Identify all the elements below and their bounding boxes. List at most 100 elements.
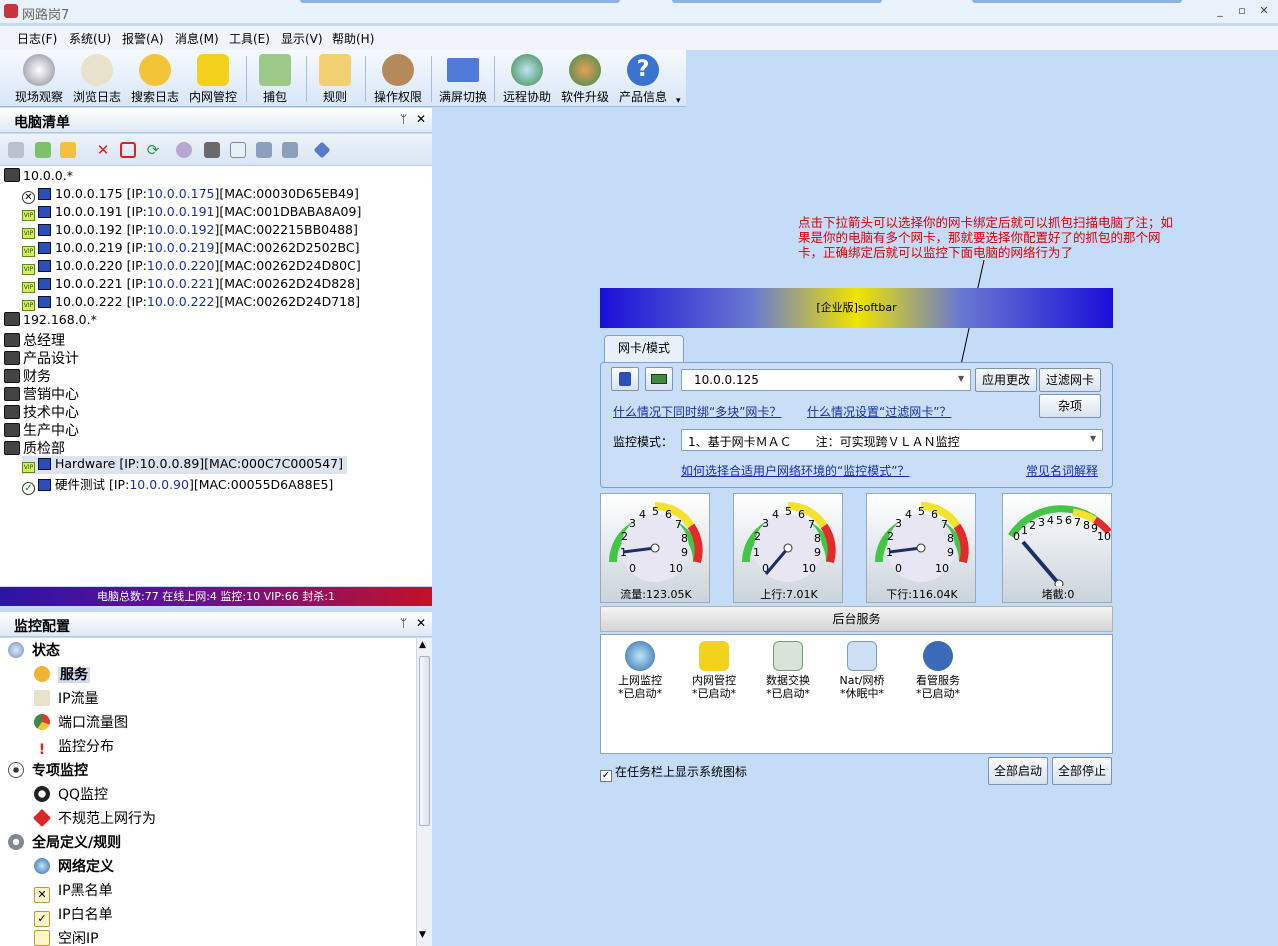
pc-name: Hardware	[55, 456, 116, 471]
nic-card-button[interactable]	[645, 367, 673, 391]
tree-pc-item[interactable]: VIP 10.0.0.219 [IP:10.0.0.219][MAC:00262D…	[22, 240, 359, 258]
add-pc-icon[interactable]	[35, 142, 51, 158]
menu-view[interactable]: 显示(V)	[281, 30, 323, 47]
nic-select[interactable]: 10.0.0.125 ▼	[681, 369, 971, 391]
tree-group[interactable]: 技术中心	[4, 402, 79, 421]
stop-all-button[interactable]: 全部停止	[1052, 757, 1112, 785]
cfg-node-ip-blacklist[interactable]: ✕ IP黑名单	[34, 880, 113, 904]
service-state: *已启动*	[916, 687, 960, 700]
scroll-up-icon[interactable]: ▲	[419, 640, 426, 650]
tool-browse-log[interactable]: 浏览日志	[70, 54, 124, 105]
close-panel-icon[interactable]: ✕	[416, 112, 426, 126]
select-icon[interactable]	[8, 142, 24, 158]
cfg-node-status[interactable]: 状态	[8, 640, 60, 664]
toolbar-separator	[246, 56, 247, 102]
tree-pc-item[interactable]: ✓ 硬件测试 [IP:10.0.0.90][MAC:00055D6A88E5]	[22, 474, 333, 495]
toolbar-overflow-icon[interactable]: ▾	[676, 96, 681, 106]
tree-group[interactable]: 质检部	[4, 438, 65, 457]
filter-nic-help-link[interactable]: 什么情况设置“过滤网卡”？	[807, 403, 951, 420]
tree-group[interactable]: 总经理	[4, 330, 65, 349]
misc-button[interactable]: 杂项	[1039, 394, 1101, 418]
cfg-node-qq[interactable]: QQ监控	[34, 784, 108, 808]
menu-message[interactable]: 消息(M)	[175, 30, 219, 47]
add-group-icon[interactable]	[60, 142, 76, 158]
menu-log[interactable]: 日志(F)	[17, 30, 57, 47]
config-scrollbar[interactable]: ▲ ▼	[416, 638, 432, 946]
checklist-icon[interactable]	[230, 142, 246, 158]
service-guard[interactable]: 看管服务 *已启动*	[903, 641, 973, 700]
tree-group[interactable]: 192.168.0.*	[4, 312, 97, 330]
glossary-link[interactable]: 常见名词解释	[1026, 462, 1098, 479]
chevron-down-icon[interactable]: ▼	[958, 374, 964, 383]
tab-nic-mode[interactable]: 网卡/模式	[604, 335, 684, 362]
mode-help-link[interactable]: 如何选择合适用户网络环境的“监控模式”？	[681, 462, 909, 479]
tree-group[interactable]: 营销中心	[4, 384, 79, 403]
tray-checkbox[interactable]: ✓ 在任务栏上显示系统图标	[600, 763, 747, 782]
tool-remote-assist[interactable]: 远程协助	[500, 54, 554, 105]
tool-capture[interactable]: 捕包	[252, 54, 298, 105]
cfg-node-port-chart[interactable]: 端口流量图	[34, 712, 128, 736]
cfg-node-ip-whitelist[interactable]: ✓ IP白名单	[34, 904, 113, 928]
service-web-monitor[interactable]: 上网监控 *已启动*	[605, 641, 675, 700]
export-icon[interactable]	[282, 142, 298, 158]
menu-tools[interactable]: 工具(E)	[229, 30, 270, 47]
import-icon[interactable]	[256, 142, 272, 158]
tool-fullscreen[interactable]: 满屏切换	[436, 54, 490, 105]
tree-pc-item[interactable]: VIP 10.0.0.192 [IP:10.0.0.192][MAC:002215…	[22, 222, 358, 240]
chevron-down-icon[interactable]: ▼	[1090, 434, 1096, 443]
lock-button[interactable]	[611, 367, 639, 391]
cfg-node-service[interactable]: 服务	[34, 664, 90, 688]
tool-upgrade[interactable]: 软件升级	[558, 54, 612, 105]
remove-icon[interactable]	[120, 142, 136, 158]
scroll-down-icon[interactable]: ▼	[419, 930, 426, 940]
cfg-node-distribution[interactable]: ! 监控分布	[34, 736, 114, 760]
tree-pc-item[interactable]: ✕ 10.0.0.175 [IP:10.0.0.175][MAC:00030D65…	[22, 186, 359, 204]
filter-nic-button[interactable]: 过滤网卡	[1039, 368, 1101, 392]
service-nat-bridge[interactable]: Nat/网桥 *休眠中*	[827, 641, 897, 700]
menu-alarm[interactable]: 报警(A)	[122, 30, 164, 47]
maximize-button[interactable]: ▫	[1234, 4, 1250, 18]
tool-product-info[interactable]: ? 产品信息	[616, 54, 670, 105]
tree-pc-item[interactable]: VIP 10.0.0.220 [IP:10.0.0.220][MAC:00262D…	[22, 258, 361, 276]
close-button[interactable]: ✕	[1256, 4, 1272, 18]
apply-changes-button[interactable]: 应用更改	[975, 368, 1037, 392]
cfg-node-idle-ip[interactable]: 空闲IP	[34, 928, 99, 946]
settings-icon[interactable]	[176, 142, 192, 158]
scroll-thumb[interactable]	[419, 656, 430, 826]
tree-group[interactable]: 生产中心	[4, 420, 79, 439]
close-panel-icon[interactable]: ✕	[416, 616, 426, 630]
tool-lan-control[interactable]: 内网管控	[186, 54, 240, 105]
menu-help[interactable]: 帮助(H)	[332, 30, 374, 47]
tree-pc-item[interactable]: VIP 10.0.0.221 [IP:10.0.0.221][MAC:00262D…	[22, 276, 360, 294]
warning-icon	[32, 808, 52, 828]
cfg-node-ip-traffic[interactable]: IP流量	[34, 688, 99, 712]
start-all-button[interactable]: 全部启动	[988, 757, 1048, 785]
menu-system[interactable]: 系统(U)	[69, 30, 111, 47]
monitor-mode-select[interactable]: 1、基于网卡ＭＡＣ 注：可实现跨ＶＬＡＮ监控 ▼	[681, 429, 1103, 451]
tree-pc-item[interactable]: VIP 10.0.0.222 [IP:10.0.0.222][MAC:00262D…	[22, 294, 360, 312]
multi-nic-help-link[interactable]: 什么情况下同时绑“多块”网卡？	[613, 403, 781, 420]
cfg-node-behavior[interactable]: 不规范上网行为	[32, 808, 156, 832]
diamond-icon[interactable]	[313, 141, 331, 159]
tree-pc-item[interactable]: VIP Hardware [IP:10.0.0.89][MAC:000C7C000…	[22, 456, 347, 474]
svg-text:0: 0	[895, 562, 902, 575]
tool-rules[interactable]: 规则	[312, 54, 358, 105]
tool-live-view[interactable]: 现场观察	[12, 54, 66, 105]
tree-group[interactable]: 10.0.0.*	[4, 168, 73, 186]
tree-group[interactable]: 产品设计	[4, 348, 79, 367]
tree-pc-item[interactable]: VIP 10.0.0.191 [IP:10.0.0.191][MAC:001DBA…	[22, 204, 361, 222]
pin-icon[interactable]: ᛘ	[400, 616, 407, 630]
refresh-icon[interactable]: ⟳	[145, 142, 161, 158]
pin-icon[interactable]: ᛘ	[400, 112, 407, 126]
cfg-node-special[interactable]: 专项监控	[8, 760, 88, 784]
minimize-button[interactable]: _	[1212, 4, 1228, 18]
delete-icon[interactable]: ✕	[95, 142, 111, 158]
cfg-node-global[interactable]: 全局定义/规则	[8, 832, 121, 856]
tool-search-log[interactable]: 搜索日志	[128, 54, 182, 105]
service-data-exchange[interactable]: 数据交换 *已启动*	[753, 641, 823, 700]
cfg-node-network[interactable]: 网络定义	[34, 856, 114, 880]
service-lan-control[interactable]: 内网管控 *已启动*	[679, 641, 749, 700]
tree-group[interactable]: 财务	[4, 366, 51, 385]
find-icon[interactable]	[204, 142, 220, 158]
tool-permissions[interactable]: 操作权限	[370, 54, 426, 105]
